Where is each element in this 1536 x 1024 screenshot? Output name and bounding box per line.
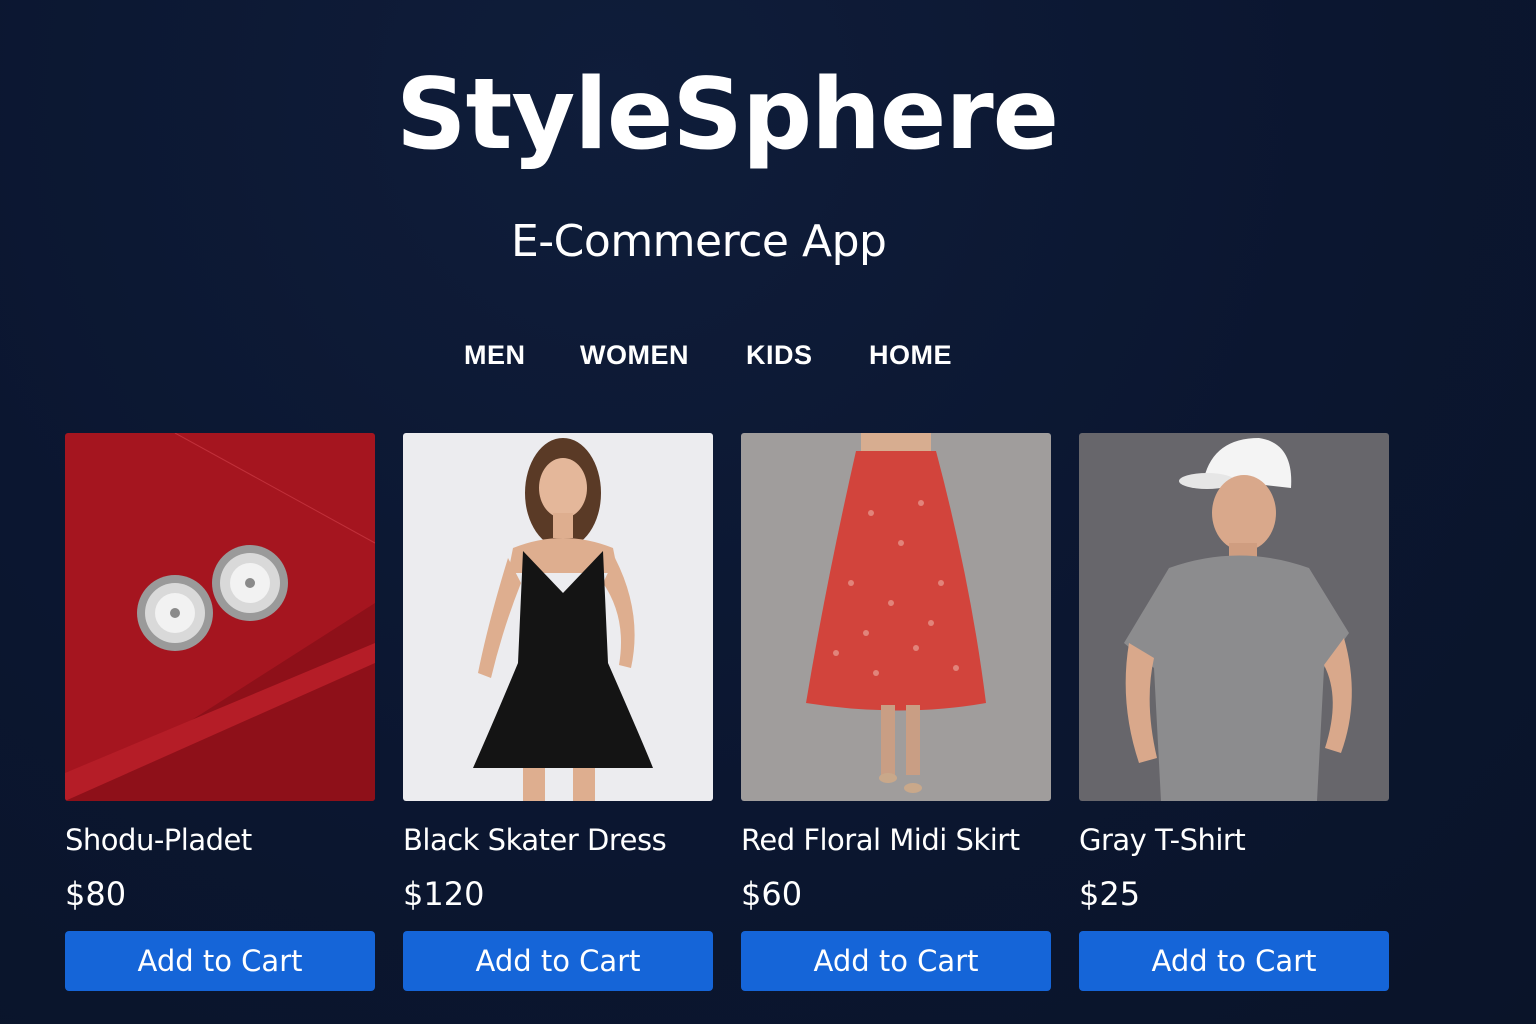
product-price: $60 [741, 875, 803, 913]
product-card: Red Floral Midi Skirt $60 Add to Cart [741, 433, 1051, 991]
brand-title: StyleSphere [396, 58, 1059, 172]
add-to-cart-button[interactable]: Add to Cart [65, 931, 375, 991]
product-price: $120 [403, 875, 485, 913]
tshirt-photo [1079, 433, 1389, 801]
add-to-cart-button[interactable]: Add to Cart [403, 931, 713, 991]
nav-item-home[interactable]: HOME [869, 340, 952, 371]
nav-item-women[interactable]: WOMEN [580, 340, 689, 371]
product-name: Black Skater Dress [403, 823, 667, 857]
product-name: Red Floral Midi Skirt [741, 823, 1020, 857]
category-nav: MEN WOMEN KIDS HOME [0, 340, 1536, 376]
nav-item-kids[interactable]: KIDS [746, 340, 813, 371]
product-grid: Shodu-Pladet $80 Add to Cart Black Skate… [65, 433, 1389, 991]
add-to-cart-button[interactable]: Add to Cart [741, 931, 1051, 991]
product-card: Black Skater Dress $120 Add to Cart [403, 433, 713, 991]
brand-subtitle: E-Commerce App [511, 216, 887, 267]
product-price: $80 [65, 875, 127, 913]
product-image-earrings[interactable] [65, 433, 375, 801]
product-card: Gray T-Shirt $25 Add to Cart [1079, 433, 1389, 991]
product-image-dress[interactable] [403, 433, 713, 801]
product-name: Shodu-Pladet [65, 823, 252, 857]
add-to-cart-button[interactable]: Add to Cart [1079, 931, 1389, 991]
app-screen: StyleSphere E-Commerce App MEN WOMEN KID… [0, 0, 1536, 1024]
nav-item-men[interactable]: MEN [464, 340, 526, 371]
product-image-tshirt[interactable] [1079, 433, 1389, 801]
skirt-photo [741, 433, 1051, 801]
product-image-skirt[interactable] [741, 433, 1051, 801]
product-card: Shodu-Pladet $80 Add to Cart [65, 433, 375, 991]
product-price: $25 [1079, 875, 1141, 913]
earrings-photo [65, 433, 375, 801]
product-name: Gray T-Shirt [1079, 823, 1246, 857]
dress-photo [403, 433, 713, 801]
